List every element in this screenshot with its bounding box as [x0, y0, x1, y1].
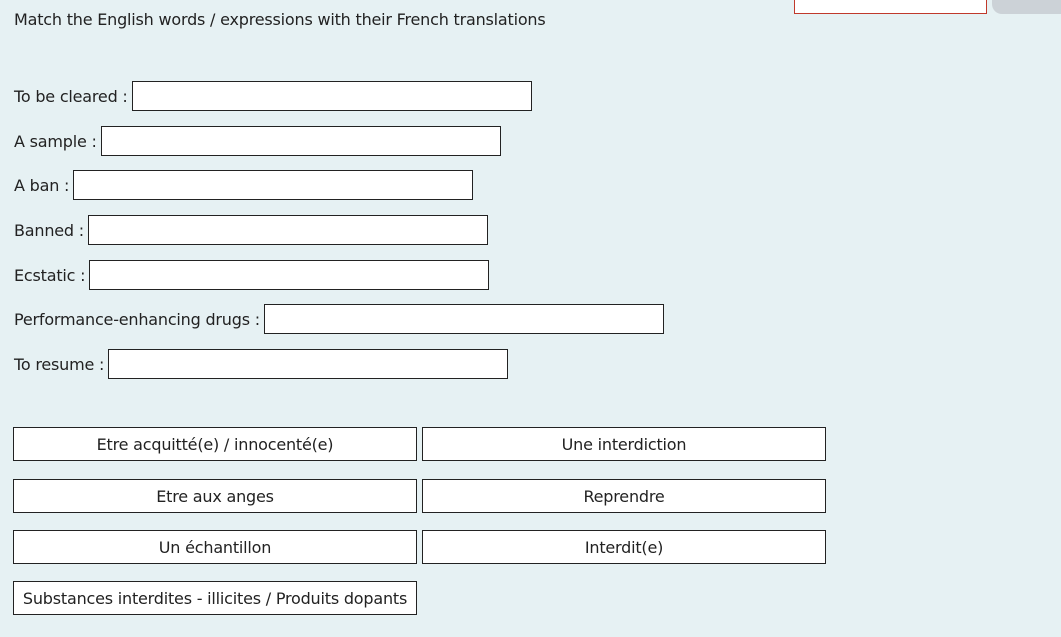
question-row: To resume : — [14, 347, 509, 381]
question-label: A ban : — [14, 175, 70, 195]
question-row: Banned : — [14, 213, 488, 247]
answer-drop-field[interactable] — [87, 215, 488, 245]
question-label: To be cleared : — [14, 86, 128, 106]
answer-chip[interactable]: Substances interdites - illicites / Prod… — [13, 581, 417, 615]
question-label: Banned : — [14, 220, 84, 240]
top-tab[interactable] — [992, 0, 1061, 14]
question-row: To be cleared : — [14, 79, 532, 113]
question-label: A sample : — [14, 131, 97, 151]
answer-chip[interactable]: Interdit(e) — [422, 530, 826, 564]
question-row: A sample : — [14, 124, 501, 158]
question-label: Ecstatic : — [14, 265, 86, 285]
answer-drop-field[interactable] — [131, 81, 532, 111]
question-label: Performance-enhancing drugs : — [14, 309, 260, 329]
question-label: To resume : — [14, 354, 105, 374]
instructions: Match the English words / expressions wi… — [14, 10, 546, 29]
top-input-box[interactable] — [794, 0, 987, 14]
answer-chip[interactable]: Un échantillon — [13, 530, 417, 564]
answer-drop-field[interactable] — [108, 349, 509, 379]
answer-chip[interactable]: Une interdiction — [422, 427, 826, 461]
answer-drop-field[interactable] — [263, 304, 664, 334]
answer-drop-field[interactable] — [89, 260, 490, 290]
question-row: Ecstatic : — [14, 258, 490, 292]
answer-chip[interactable]: Etre acquitté(e) / innocenté(e) — [13, 427, 417, 461]
question-row: Performance-enhancing drugs : — [14, 302, 664, 336]
answer-chip[interactable]: Reprendre — [422, 479, 826, 513]
answer-chip[interactable]: Etre aux anges — [13, 479, 417, 513]
answer-drop-field[interactable] — [100, 126, 501, 156]
question-row: A ban : — [14, 168, 474, 202]
answer-drop-field[interactable] — [73, 170, 474, 200]
